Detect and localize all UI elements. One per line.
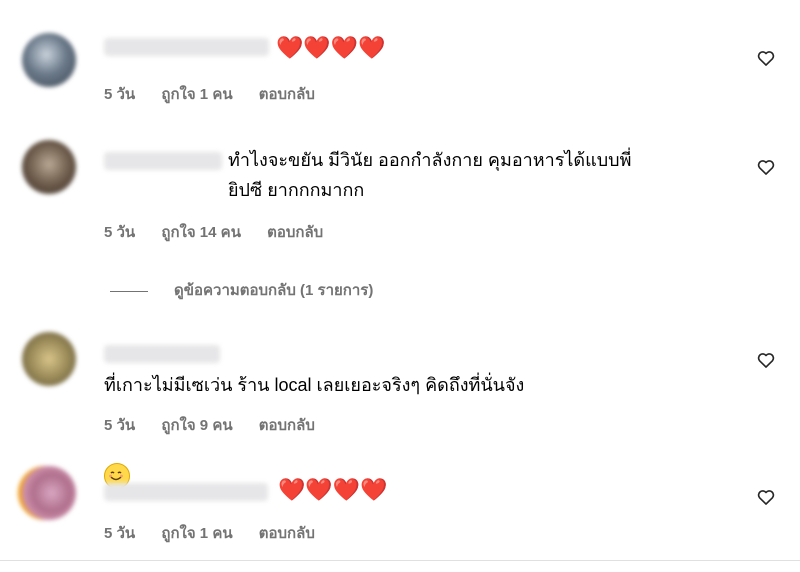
comment-time[interactable]: 5 วัน [104, 525, 135, 542]
username[interactable] [104, 152, 222, 170]
comment-time[interactable]: 5 วัน [104, 86, 135, 103]
divider [0, 560, 800, 561]
heart-outline-icon[interactable] [756, 350, 776, 370]
comment-meta: 5 วัน ถูกใจ 14 คน ตอบกลับ [104, 220, 345, 244]
heart-outline-icon[interactable] [756, 487, 776, 507]
comment-text: ❤️❤️❤️❤️ [278, 477, 388, 502]
comment-meta: 5 วัน ถูกใจ 1 คน ตอบกลับ [104, 82, 337, 106]
username[interactable] [104, 38, 269, 56]
reply-button[interactable]: ตอบกลับ [259, 525, 315, 542]
comment-text: ❤️❤️❤️❤️ [276, 35, 386, 60]
avatar[interactable] [22, 140, 76, 194]
comment-meta: 5 วัน ถูกใจ 9 คน ตอบกลับ [104, 413, 337, 437]
reply-button[interactable]: ตอบกลับ [259, 417, 315, 434]
comment-time[interactable]: 5 วัน [104, 417, 135, 434]
reply-button[interactable]: ตอบกลับ [259, 86, 315, 103]
avatar[interactable] [22, 33, 76, 87]
username[interactable] [104, 483, 268, 501]
avatar[interactable] [22, 466, 76, 520]
replies-divider [110, 290, 148, 292]
comment-likes[interactable]: ถูกใจ 14 คน [161, 224, 241, 241]
heart-outline-icon[interactable] [756, 157, 776, 177]
comment-time[interactable]: 5 วัน [104, 224, 135, 241]
heart-outline-icon[interactable] [756, 48, 776, 68]
comment-text: ทำไงจะขยัน มีวินัย ออกกำลังกาย คุมอาหารไ… [228, 150, 632, 200]
view-replies-button[interactable]: ดูข้อความตอบกลับ (1 รายการ) [110, 278, 373, 302]
comment-meta: 5 วัน ถูกใจ 1 คน ตอบกลับ [104, 521, 337, 545]
comment-likes[interactable]: ถูกใจ 1 คน [161, 86, 232, 103]
reply-button[interactable]: ตอบกลับ [267, 224, 323, 241]
comment-text-content: ที่เกาะไม่มีเซเว่น ร้าน local เลยเยอะจริ… [104, 375, 525, 395]
comment-likes[interactable]: ถูกใจ 9 คน [161, 417, 232, 434]
comment-likes[interactable]: ถูกใจ 1 คน [161, 525, 232, 542]
avatar[interactable] [22, 332, 76, 386]
view-replies-label: ดูข้อความตอบกลับ (1 รายการ) [174, 282, 374, 299]
